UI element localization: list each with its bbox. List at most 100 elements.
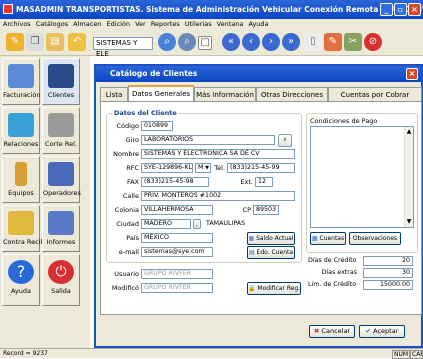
- next-record-icon[interactable]: ›: [262, 33, 280, 51]
- new-record-icon[interactable]: ▯: [304, 33, 322, 51]
- cancel-button[interactable]: ✖ Cancelar: [309, 325, 355, 338]
- modifico-field: GRUPO RIVFER: [141, 283, 213, 293]
- operators-icon: [48, 162, 74, 186]
- sidebar-item-ayuda[interactable]: ? Ayuda: [2, 254, 40, 306]
- sidebar-item-clientes[interactable]: Clientes: [42, 58, 80, 105]
- previous-record-icon[interactable]: ‹: [242, 33, 260, 51]
- cancel-icon: ✖: [313, 327, 320, 335]
- relations-icon: [8, 113, 34, 137]
- sidebar-item-contra-recibo[interactable]: Contra Recibo: [2, 205, 49, 252]
- first-record-icon[interactable]: «: [222, 33, 240, 51]
- tab-mas-informacion[interactable]: Más Información: [194, 87, 256, 101]
- restore-button[interactable]: ▫: [394, 3, 407, 16]
- menu-ayuda[interactable]: Ayuda: [248, 20, 268, 28]
- menu-utilerias[interactable]: Utilerias: [185, 20, 212, 28]
- last-record-icon[interactable]: »: [282, 33, 300, 51]
- payment-conditions-list[interactable]: ▲ ▼: [310, 126, 414, 228]
- checkbox-icon[interactable]: □: [198, 36, 212, 50]
- scroll-down-icon[interactable]: ▼: [405, 217, 413, 227]
- giro-field[interactable]: LABORATORIOS: [141, 135, 275, 145]
- accept-button[interactable]: ✔ Aceptar: [359, 325, 405, 338]
- dialog-close-button[interactable]: ×: [406, 68, 418, 80]
- menu-reportes[interactable]: Reportes: [151, 20, 180, 28]
- tab-lista[interactable]: Lista: [100, 87, 128, 101]
- email-field[interactable]: sistemas@sye.com: [141, 247, 213, 257]
- tab-datos-generales[interactable]: Datos Generales: [128, 85, 194, 102]
- sidebar-item-salida[interactable]: ⏻ Salida: [42, 254, 80, 306]
- rfc-type-select[interactable]: M ▼: [195, 163, 211, 173]
- payment-conditions-scrollbar[interactable]: ▲ ▼: [404, 127, 413, 227]
- sidebar-item-operadores[interactable]: Operadores: [42, 156, 81, 203]
- calculator-icon: [48, 113, 74, 137]
- nombre-field[interactable]: SISTEMAS Y ELECTRONICA SA DE CV: [141, 149, 295, 159]
- check-icon: ✔: [365, 327, 372, 335]
- printer-icon: [48, 211, 74, 235]
- group-title: Datos del Cliente: [113, 109, 178, 117]
- tel-field[interactable]: (833)215-45-99: [227, 163, 295, 173]
- record-count: Record = 9237: [3, 350, 48, 357]
- cp-field[interactable]: 89503: [253, 205, 279, 215]
- tab-otras-direcciones[interactable]: Otras Direcciones: [256, 87, 328, 101]
- ext-label: Ext.: [240, 178, 253, 186]
- window-title: MASADMIN TRANSPORTISTAS. Sistema de Admi…: [16, 5, 423, 14]
- pais-field[interactable]: MEXICO: [141, 233, 213, 243]
- tools-icon[interactable]: ✎: [6, 33, 24, 51]
- limite-credito-field[interactable]: 15000.00: [363, 280, 413, 290]
- giro-search-button[interactable]: ⌕: [278, 134, 292, 147]
- menu-ver[interactable]: Ver: [135, 20, 146, 28]
- stop-icon[interactable]: ⊘: [364, 33, 382, 51]
- menu-ventana[interactable]: Ventana: [217, 20, 244, 28]
- find-icon[interactable]: ⌕: [178, 33, 196, 51]
- statement-icon: ▤: [248, 249, 255, 256]
- paste-icon[interactable]: ▤: [46, 33, 64, 51]
- ext-field[interactable]: 12: [255, 177, 273, 187]
- sidebar-item-facturacion[interactable]: Facturación: [2, 58, 41, 105]
- status-bar: Record = 9237 NUM CAP: [0, 348, 423, 359]
- menu-almacen[interactable]: Almacen: [73, 20, 101, 28]
- search-icon[interactable]: ⌕: [158, 33, 176, 51]
- dias-extras-field[interactable]: 30: [363, 268, 413, 278]
- dialog-title-bar: Catálogo de Clientes ×: [96, 66, 421, 82]
- saldo-actual-button[interactable]: ▦ Saldo Actual: [247, 232, 295, 245]
- ciudad-lookup-button[interactable]: ,: [193, 219, 201, 229]
- sidebar-item-informes[interactable]: Informes: [42, 205, 80, 252]
- codigo-field[interactable]: 010899: [141, 121, 173, 131]
- calle-field[interactable]: PRIV. MONTEROS #1002: [141, 191, 295, 201]
- menu-catalogos[interactable]: Catálogos: [36, 20, 68, 28]
- usuario-field: GRUPO RIVFER: [141, 269, 213, 279]
- menu-edicion[interactable]: Edición: [107, 20, 131, 28]
- lock-icon: 🔒: [248, 285, 256, 292]
- company-combo[interactable]: SISTEMAS Y ELE: [93, 37, 153, 58]
- menu-bar: Archivos Catálogos Almacen Edición Ver R…: [0, 19, 423, 30]
- chevron-down-icon: ▼: [205, 165, 209, 171]
- window-title-bar: MASADMIN TRANSPORTISTAS. Sistema de Admi…: [0, 0, 423, 19]
- dias-credito-field[interactable]: 20: [363, 256, 413, 266]
- tab-cuentas-por-cobrar[interactable]: Cuentas por Cobrar: [328, 87, 422, 101]
- colonia-field[interactable]: VILLAHERMOSA: [141, 205, 213, 215]
- edo-cuenta-button[interactable]: ▤ Edo. Cuenta: [247, 246, 295, 259]
- delete-record-icon[interactable]: ✂: [344, 33, 362, 51]
- rfc-label: RFC: [126, 164, 139, 172]
- giro-label: Giro: [125, 136, 139, 144]
- modificar-reg-button[interactable]: 🔒 Modificar Reg.: [247, 282, 301, 295]
- rfc-field[interactable]: SYE-129896-KLO: [141, 163, 193, 173]
- menu-archivos[interactable]: Archivos: [3, 20, 31, 28]
- observaciones-button[interactable]: Observaciones: [349, 232, 401, 245]
- sidebar-item-equipos[interactable]: Equipos: [2, 156, 40, 203]
- sidebar-item-relaciones[interactable]: Relaciones: [2, 107, 40, 154]
- edit-record-icon[interactable]: ✎: [324, 33, 342, 51]
- ciudad-label: Ciudad: [116, 220, 139, 228]
- calle-label: Calle: [122, 192, 139, 200]
- close-window-button[interactable]: ×: [408, 3, 421, 16]
- cp-label: CP: [242, 206, 251, 214]
- modifico-label: Modificó: [111, 284, 139, 292]
- fax-field[interactable]: (833)215-45-98: [141, 177, 209, 187]
- scroll-up-icon[interactable]: ▲: [405, 127, 413, 137]
- tab-panel-datos-generales: Datos del Cliente Código 010899 Giro LAB…: [100, 101, 422, 315]
- undo-icon[interactable]: ↶: [68, 33, 86, 51]
- ciudad-field[interactable]: MADERO: [141, 219, 191, 229]
- cuentas-button[interactable]: ▦ Cuentas: [310, 232, 346, 245]
- minimize-button[interactable]: _: [380, 3, 393, 16]
- sidebar-item-corte-rel[interactable]: Corte Rel.: [42, 107, 80, 154]
- copy-icon[interactable]: ❐: [26, 33, 44, 51]
